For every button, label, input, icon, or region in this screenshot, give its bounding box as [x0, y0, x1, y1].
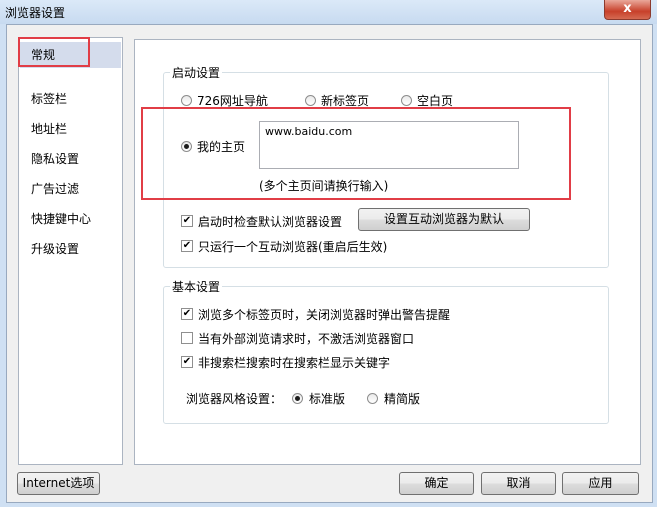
single-instance-label: 只运行一个互动浏览器(重启后生效) [198, 240, 388, 254]
no-activate-checkbox[interactable] [181, 332, 193, 344]
show-keyword-label: 非搜索栏搜索时在搜索栏显示关键字 [198, 356, 391, 370]
dialog-body: 常规 标签栏 地址栏 隐私设置 广告过滤 快捷键中心 升级设置 启动设置 726… [6, 24, 653, 503]
cancel-button[interactable]: 取消 [481, 472, 556, 495]
check-default-checkbox[interactable]: ✔ [181, 215, 193, 227]
warn-close-checkbox[interactable]: ✔ [181, 308, 193, 320]
warn-close-label: 浏览多个标签页时，关闭浏览器时弹出警告提醒 [198, 308, 451, 322]
no-activate-label: 当有外部浏览请求时，不激活浏览器窗口 [198, 332, 415, 346]
homepage-highlight-box [141, 107, 571, 200]
internet-options-button[interactable]: Internet选项 [17, 472, 100, 495]
single-instance-checkbox[interactable]: ✔ [181, 240, 193, 252]
startup-group-title: 启动设置 [170, 64, 223, 81]
radio-blank[interactable] [401, 95, 412, 106]
window-title: 浏览器设置 [5, 6, 66, 20]
ok-button[interactable]: 确定 [399, 472, 474, 495]
sidebar-item-update[interactable]: 升级设置 [20, 236, 121, 262]
sidebar-item-privacy[interactable]: 隐私设置 [20, 146, 121, 172]
close-icon: x [623, 1, 632, 16]
style-setting-label: 浏览器风格设置： [186, 392, 283, 406]
sidebar-item-tabbar[interactable]: 标签栏 [20, 86, 121, 112]
title-bar: 浏览器设置 x [0, 0, 657, 24]
basic-group: 基本设置 ✔ 浏览多个标签页时，关闭浏览器时弹出警告提醒 当有外部浏览请求时，不… [163, 278, 609, 424]
radio-new-tab[interactable] [305, 95, 316, 106]
basic-group-title: 基本设置 [170, 278, 223, 295]
check-default-label: 启动时检查默认浏览器设置 [198, 215, 343, 229]
settings-panel: 启动设置 726网址导航 新标签页 空白页 我的主页 www.baidu.com… [134, 39, 641, 465]
radio-726-nav[interactable] [181, 95, 192, 106]
radio-style-standard[interactable] [292, 393, 303, 404]
radio-style-lite[interactable] [367, 393, 378, 404]
radio-style-lite-label: 精简版 [384, 392, 421, 406]
set-default-browser-button[interactable]: 设置互动浏览器为默认 [358, 208, 530, 231]
sidebar-item-addressbar[interactable]: 地址栏 [20, 116, 121, 142]
apply-button[interactable]: 应用 [562, 472, 639, 495]
show-keyword-checkbox[interactable]: ✔ [181, 356, 193, 368]
radio-style-standard-label: 标准版 [309, 392, 346, 406]
close-button[interactable]: x [604, 0, 651, 20]
sidebar-item-adblock[interactable]: 广告过滤 [20, 176, 121, 202]
active-item-highlight [18, 37, 90, 67]
settings-sidebar: 常规 标签栏 地址栏 隐私设置 广告过滤 快捷键中心 升级设置 [18, 37, 123, 465]
sidebar-item-shortcuts[interactable]: 快捷键中心 [20, 206, 121, 232]
